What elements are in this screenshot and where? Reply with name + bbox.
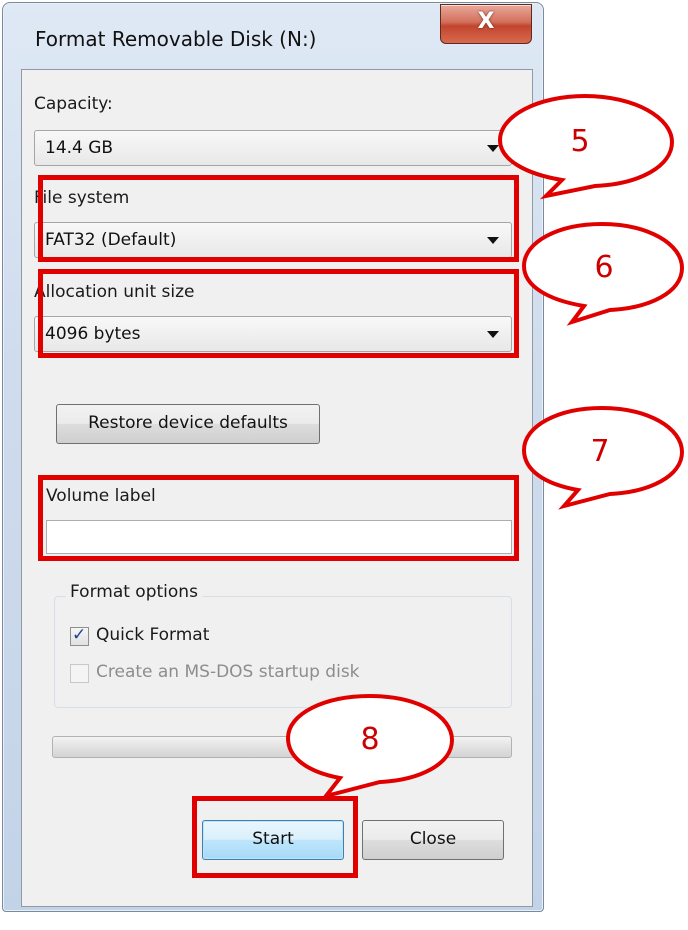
highlight-allocation-unit — [38, 269, 519, 358]
callout-5-number: 5 — [570, 124, 590, 159]
highlight-file-system — [38, 175, 519, 262]
msdos-startup-checkbox — [70, 664, 89, 683]
quick-format-label[interactable]: Quick Format — [96, 625, 209, 645]
callout-8-number: 8 — [360, 722, 380, 757]
close-icon: X — [477, 9, 495, 34]
window-title: Format Removable Disk (N:) — [35, 27, 317, 51]
format-dialog: Format Removable Disk (N:) X Capacity: 1… — [2, 2, 544, 912]
title-bar[interactable]: Format Removable Disk (N:) X — [3, 3, 543, 61]
highlight-start-button — [192, 796, 358, 878]
close-button[interactable]: Close — [362, 820, 504, 860]
msdos-startup-label: Create an MS-DOS startup disk — [96, 662, 360, 682]
capacity-select[interactable]: 14.4 GB — [34, 130, 512, 166]
checkmark-icon: ✓ — [72, 625, 87, 645]
capacity-label: Capacity: — [34, 94, 113, 114]
restore-defaults-button[interactable]: Restore device defaults — [56, 404, 320, 444]
callout-7-number: 7 — [590, 434, 610, 469]
highlight-volume-label — [38, 475, 519, 561]
callout-6-number: 6 — [594, 250, 614, 285]
quick-format-checkbox[interactable]: ✓ — [70, 625, 89, 646]
capacity-value: 14.4 GB — [45, 138, 114, 158]
window-close-button[interactable]: X — [440, 4, 532, 44]
format-options-title: Format options — [66, 582, 202, 602]
